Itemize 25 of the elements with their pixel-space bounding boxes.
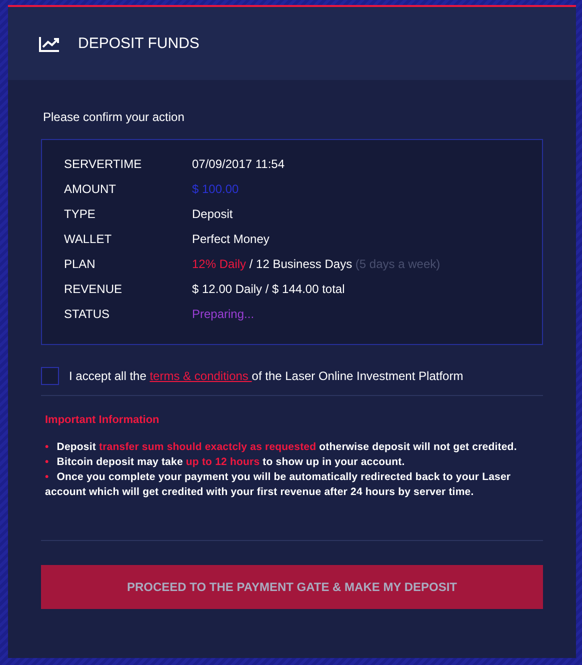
detail-label: WALLET: [64, 232, 113, 247]
accept-checkbox[interactable]: [41, 367, 59, 385]
detail-label: AMOUNT: [64, 182, 117, 197]
detail-value: $ 12.00 Daily / $ 144.00 total: [192, 282, 346, 297]
detail-label: SERVERTIME: [64, 157, 143, 172]
detail-label: PLAN: [64, 257, 96, 272]
detail-value: Preparing...: [192, 307, 256, 322]
terms-link[interactable]: terms & conditions: [150, 369, 252, 383]
detail-label: TYPE: [64, 207, 96, 222]
info-bullet: • Once you complete your payment you will be automatically redirected back to your Laser account which will get credited with your first revenue after 24 hours by server time.: [45, 470, 512, 500]
info-heading: Important Information: [44, 414, 160, 426]
detail-label: REVENUE: [64, 282, 124, 297]
panel-title: DEPOSIT FUNDS: [78, 35, 200, 52]
detail-value: Deposit: [192, 207, 234, 222]
detail-value: $ 100.00: [192, 182, 240, 197]
trend-chart-icon: [39, 36, 60, 52]
accept-terms-text: I accept all the terms & conditions of the Laser Online Investment Platform: [69, 369, 464, 383]
detail-value: 07/09/2017 11:54: [192, 157, 286, 172]
detail-value: Perfect Money: [192, 232, 270, 247]
info-bullet: • Deposit transfer sum should exactcly as requested otherwise deposit will not get credited.: [45, 440, 518, 455]
info-bullet: • Bitcoin deposit may take up to 12 hours to show up in your account.: [45, 455, 406, 470]
confirm-prompt: Please confirm your action: [42, 110, 186, 124]
proceed-button[interactable]: PROCEED TO THE PAYMENT GATE & MAKE MY DEPOSIT: [41, 565, 543, 609]
detail-value: 12% Daily / 12 Business Days (5 days a week): [192, 257, 442, 272]
detail-label: STATUS: [64, 307, 111, 322]
